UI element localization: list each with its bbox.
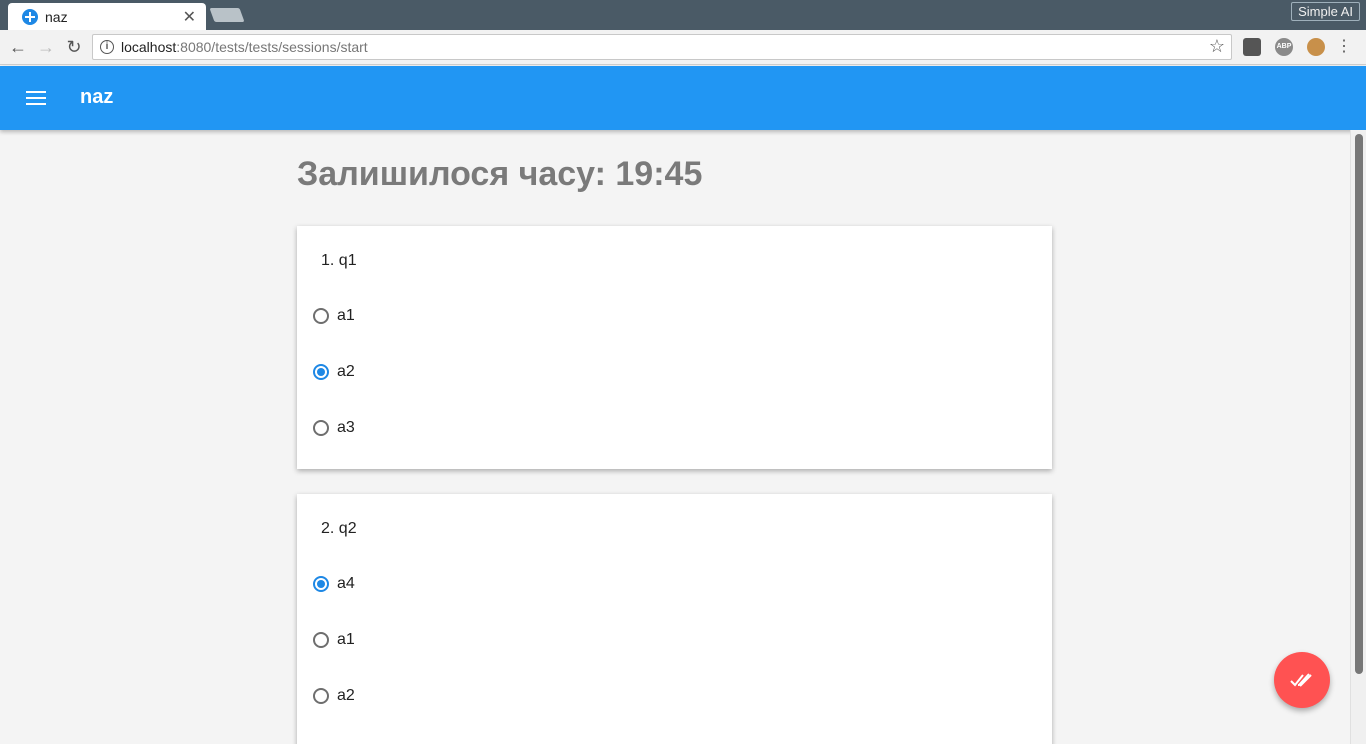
question-title: 2. q2 — [321, 520, 357, 537]
browser-tab[interactable]: naz ✕ — [8, 3, 206, 30]
answer-option[interactable]: a1 — [313, 306, 355, 326]
answer-label[interactable]: a2 — [337, 687, 355, 705]
reload-icon[interactable]: ↻ — [63, 36, 85, 58]
answer-option[interactable]: a1 — [313, 630, 355, 650]
forward-arrow-icon[interactable]: → — [35, 36, 57, 58]
new-tab-button[interactable] — [209, 8, 245, 22]
question-card: 1. q1 a1 a2 a3 — [297, 226, 1052, 469]
back-arrow-icon[interactable]: ← — [7, 36, 29, 58]
answer-label[interactable]: a1 — [337, 307, 355, 325]
cookie-extension-icon[interactable] — [1307, 38, 1325, 56]
site-favicon-icon — [22, 8, 38, 25]
radio-button-checked[interactable] — [313, 576, 329, 592]
answer-option[interactable]: a2 — [313, 362, 355, 382]
address-bar[interactable]: i localhost:8080/tests/tests/sessions/st… — [92, 34, 1232, 60]
question-card: 2. q2 a4 a1 a2 — [297, 494, 1052, 744]
hamburger-menu-icon[interactable] — [26, 91, 46, 105]
tab-title: naz — [45, 8, 68, 25]
answer-option[interactable]: a2 — [313, 686, 355, 706]
answer-label[interactable]: a1 — [337, 631, 355, 649]
answer-label[interactable]: a3 — [337, 419, 355, 437]
radio-button[interactable] — [313, 420, 329, 436]
url-text[interactable]: localhost:8080/tests/tests/sessions/star… — [121, 39, 368, 55]
double-check-icon — [1290, 673, 1312, 687]
app-bar: naz — [0, 66, 1366, 130]
submit-fab-button[interactable] — [1274, 652, 1330, 708]
adblock-extension-icon[interactable]: ABP — [1275, 38, 1293, 56]
answer-label[interactable]: a4 — [337, 575, 355, 593]
bookmark-star-icon[interactable]: ☆ — [1209, 36, 1225, 57]
browser-toolbar: ← → ↻ i localhost:8080/tests/tests/sessi… — [0, 30, 1366, 65]
answer-option[interactable]: a4 — [313, 574, 355, 594]
radio-button[interactable] — [313, 688, 329, 704]
extension-shield-icon[interactable] — [1243, 38, 1261, 56]
radio-button-checked[interactable] — [313, 364, 329, 380]
browser-tab-strip: naz ✕ Simple AI — [0, 0, 1366, 30]
info-icon[interactable]: i — [100, 40, 114, 54]
answer-option[interactable]: a3 — [313, 418, 355, 438]
tab-close-icon[interactable]: ✕ — [183, 7, 196, 27]
remaining-time-heading: Залишилося часу: 19:45 — [297, 155, 703, 193]
profile-button[interactable]: Simple AI — [1291, 2, 1360, 21]
page-scrollbar[interactable] — [1350, 130, 1366, 744]
radio-button[interactable] — [313, 308, 329, 324]
question-title: 1. q1 — [321, 252, 357, 269]
app-title: naz — [80, 86, 114, 108]
browser-menu-icon[interactable]: ⋮ — [1336, 37, 1352, 57]
scrollbar-thumb[interactable] — [1355, 134, 1363, 674]
answer-label[interactable]: a2 — [337, 363, 355, 381]
radio-button[interactable] — [313, 632, 329, 648]
